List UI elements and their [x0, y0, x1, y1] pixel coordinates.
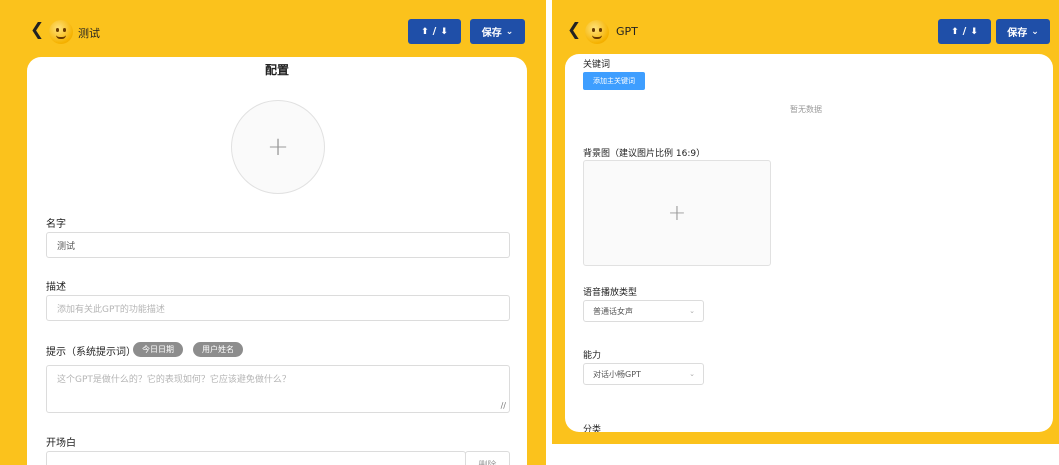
import-export-button[interactable]: ⬆ / ⬇ [938, 19, 991, 44]
background-image-upload[interactable]: + [583, 160, 771, 266]
empty-keywords-text: 暂无数据 [790, 105, 822, 114]
import-export-button[interactable]: ⬆ / ⬇ [408, 19, 461, 44]
name-input[interactable]: 测试 [46, 232, 510, 258]
voice-type-select[interactable]: 普通话女声 ⌄ [583, 300, 704, 322]
tag-user-name[interactable]: 用户姓名 [193, 342, 243, 357]
background-label: 背景图（建议图片比例 16:9） [583, 149, 706, 159]
emoji-avatar-icon [49, 20, 73, 44]
prompt-textarea[interactable]: 这个GPT是做什么的？它的表现如何？它应该避免做什么？ ∕∕ [46, 365, 510, 413]
config-card: 配置 + 名字 测试 描述 添加有关此GPT的功能描述 提示（系统提示词） 今日… [27, 57, 527, 465]
config-panel-left: ❮ 测试 ⬆ / ⬇ 保存 ⌄ 配置 + 名字 测试 描述 添加有关此GPT的功… [0, 0, 546, 465]
download-icon: ⬇ [970, 26, 978, 37]
description-label: 描述 [46, 282, 66, 293]
config-heading: 配置 [264, 63, 289, 77]
back-arrow-icon[interactable]: ❮ [30, 22, 44, 39]
config-panel-right: ❮ GPT ⬆ / ⬇ 保存 ⌄ 关键词 添加主关键词 暂无数据 背景图（建议图… [552, 0, 1059, 444]
upload-icon: ⬆ [421, 26, 429, 37]
emoji-avatar-icon [585, 20, 609, 44]
save-button[interactable]: 保存 ⌄ [996, 19, 1050, 44]
upload-icon: ⬆ [951, 26, 959, 37]
top-bar: ❮ 测试 ⬆ / ⬇ 保存 ⌄ [0, 0, 546, 58]
plus-icon: + [267, 132, 289, 162]
add-keyword-button[interactable]: 添加主关键词 [583, 72, 645, 90]
avatar-upload[interactable]: + [231, 100, 325, 194]
download-icon: ⬇ [440, 26, 448, 37]
opening-input[interactable] [46, 451, 466, 465]
plus-icon: + [667, 200, 687, 226]
chevron-down-icon: ⌄ [505, 26, 514, 37]
voice-type-label: 语音播放类型 [583, 288, 638, 298]
opening-side-button[interactable]: 删除 [465, 451, 510, 465]
ability-select[interactable]: 对话小畅GPT ⌄ [583, 363, 704, 385]
keywords-label: 关键词 [583, 60, 611, 70]
prompt-label: 提示（系统提示词） [46, 347, 136, 358]
chevron-down-icon: ⌄ [1031, 26, 1039, 37]
page-title: GPT [616, 25, 638, 38]
opening-label: 开场白 [46, 438, 76, 449]
chevron-down-icon: ⌄ [689, 307, 695, 315]
description-input[interactable]: 添加有关此GPT的功能描述 [46, 295, 510, 321]
name-label: 名字 [46, 219, 66, 230]
resize-handle-icon[interactable]: ∕∕ [501, 401, 506, 410]
back-arrow-icon[interactable]: ❮ [567, 22, 581, 39]
ability-label: 能力 [583, 351, 602, 361]
tag-today-date[interactable]: 今日日期 [133, 342, 183, 357]
save-button[interactable]: 保存 ⌄ [470, 19, 525, 44]
chevron-down-icon: ⌄ [689, 370, 695, 378]
config-card: 关键词 添加主关键词 暂无数据 背景图（建议图片比例 16:9） + 语音播放类… [565, 54, 1053, 432]
top-bar: ❮ GPT ⬆ / ⬇ 保存 ⌄ [552, 0, 1059, 58]
page-title: 测试 [78, 27, 100, 40]
category-label: 分类 [583, 425, 602, 432]
